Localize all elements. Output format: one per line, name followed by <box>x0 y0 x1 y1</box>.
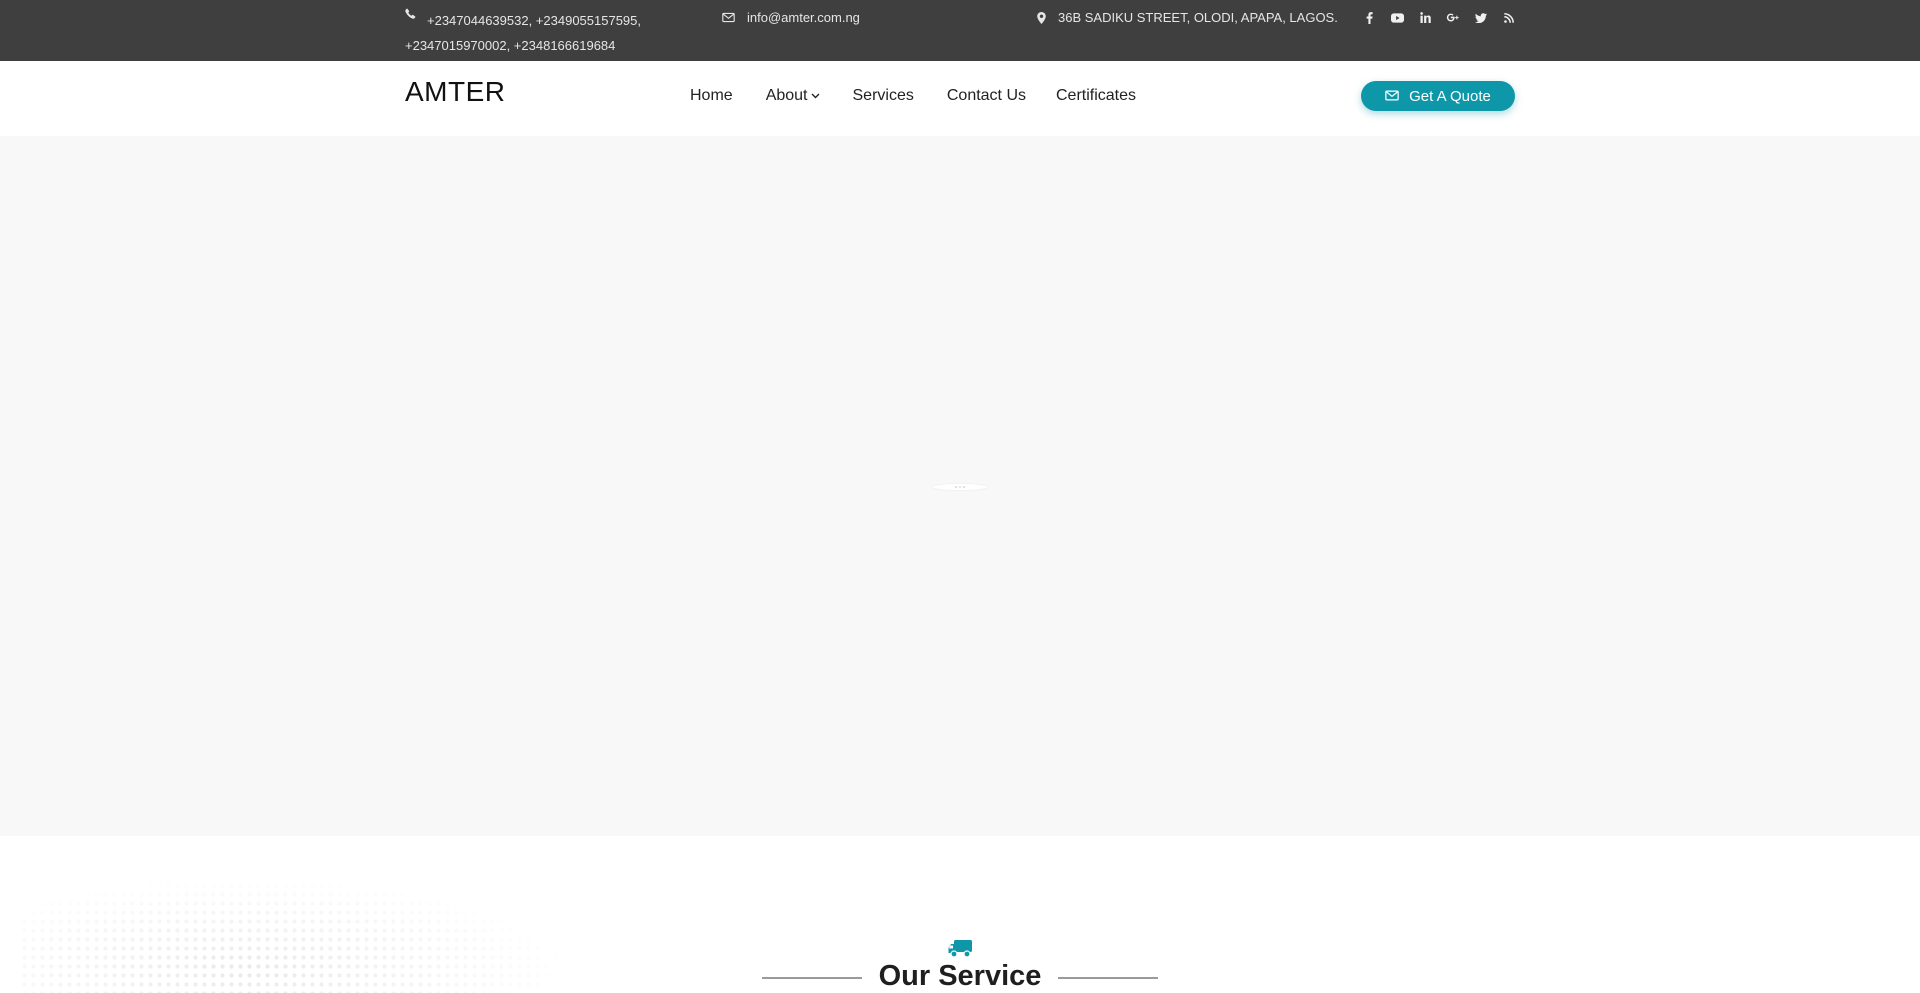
nav-contact-us[interactable]: Contact Us <box>947 87 1026 105</box>
get-a-quote-label: Get A Quote <box>1409 87 1491 105</box>
social-links <box>1362 8 1516 27</box>
email-link[interactable]: info@amter.com.ng <box>747 8 860 27</box>
nav-home[interactable]: Home <box>690 87 733 105</box>
nav-about[interactable]: About <box>766 87 820 105</box>
nav-about-label: About <box>765 87 808 104</box>
phone-icon <box>405 8 417 19</box>
nav-services[interactable]: Services <box>853 87 914 105</box>
facebook-icon[interactable] <box>1362 11 1376 25</box>
address-info: 36B SADIKU STREET, OLODI, APAPA, LAGOS. <box>1037 8 1338 27</box>
rss-icon[interactable] <box>1502 11 1516 25</box>
main-nav: Home About Services Contact Us Certifica… <box>690 87 1169 105</box>
envelope-icon <box>1385 88 1399 105</box>
hero-slider <box>0 136 1920 836</box>
linkedin-icon[interactable] <box>1418 11 1432 25</box>
top-contact-bar: +2347044639532, +2349055157595, +2347015… <box>0 0 1920 61</box>
site-header: AMTER Home About Services Contact Us Cer… <box>0 61 1920 136</box>
nav-services-label: Services <box>852 87 914 104</box>
services-section: Our Service <box>0 836 1920 993</box>
chevron-down-icon <box>811 93 820 99</box>
loading-spinner <box>930 480 990 492</box>
twitter-icon[interactable] <box>1474 11 1488 25</box>
heading-divider-right <box>1058 977 1158 979</box>
truck-icon <box>948 938 974 958</box>
nav-certificates[interactable]: Certificates <box>1056 87 1136 105</box>
envelope-icon <box>722 12 735 23</box>
youtube-icon[interactable] <box>1390 11 1404 25</box>
get-a-quote-button[interactable]: Get A Quote <box>1361 81 1515 111</box>
nav-contact-us-label: Contact Us <box>946 87 1026 104</box>
site-logo[interactable]: AMTER <box>405 76 506 108</box>
email-info: info@amter.com.ng <box>722 8 860 27</box>
nav-home-label: Home <box>690 87 733 104</box>
section-heading: Our Service <box>762 938 1158 993</box>
phone-info: +2347044639532, +2349055157595, +2347015… <box>405 8 655 58</box>
nav-certificates-label: Certificates <box>1056 87 1137 104</box>
address-text: 36B SADIKU STREET, OLODI, APAPA, LAGOS. <box>1058 10 1338 25</box>
google-plus-icon[interactable] <box>1446 11 1460 25</box>
phone-numbers: +2347044639532, +2349055157595, +2347015… <box>405 13 641 53</box>
map-marker-icon <box>1037 11 1046 24</box>
dot-pattern-decoration <box>20 836 560 993</box>
